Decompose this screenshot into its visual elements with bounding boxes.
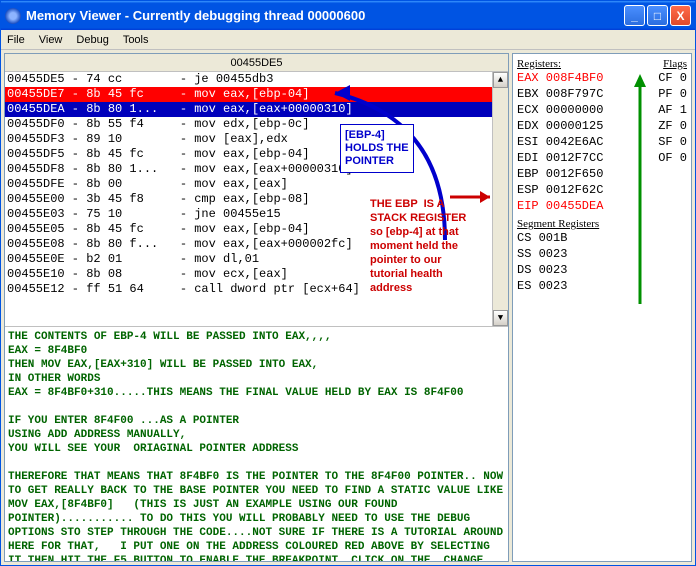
notes-pane[interactable]: THE CONTENTS OF EBP-4 WILL BE PASSED INT… bbox=[5, 327, 508, 561]
segment-registers-label: Segment Registers bbox=[517, 218, 687, 230]
registers-label: Registers: bbox=[517, 58, 561, 70]
window-title: Memory Viewer - Currently debugging thre… bbox=[26, 8, 624, 23]
left-pane: 00455DE5 00455DE5 - 74 cc - je 00455db30… bbox=[4, 53, 509, 562]
annotation-ebp4: [EBP-4] HOLDS THE POINTER bbox=[340, 124, 414, 173]
window-controls: _ □ X bbox=[624, 5, 691, 26]
disasm-line[interactable]: 00455DE5 - 74 cc - je 00455db3 bbox=[5, 72, 508, 87]
register-row: EDX 00000125 ZF 0 bbox=[517, 118, 687, 134]
segment-row: CS 001B bbox=[517, 230, 687, 246]
maximize-button[interactable]: □ bbox=[647, 5, 668, 26]
menu-view[interactable]: View bbox=[39, 34, 63, 46]
menu-tools[interactable]: Tools bbox=[123, 34, 149, 46]
segment-row: ES 0023 bbox=[517, 278, 687, 294]
menubar: File View Debug Tools bbox=[1, 30, 695, 50]
register-value: EAX 008F4BF0 bbox=[517, 70, 603, 86]
flags-label: Flags bbox=[663, 58, 687, 70]
flag-value: CF 0 bbox=[658, 70, 687, 86]
registers-header: Registers: Flags bbox=[517, 58, 687, 70]
register-row: ECX 00000000 AF 1 bbox=[517, 102, 687, 118]
minimize-button[interactable]: _ bbox=[624, 5, 645, 26]
register-row: EDI 0012F7CC OF 0 bbox=[517, 150, 687, 166]
register-value: ESP 0012F62C bbox=[517, 182, 603, 198]
flag-value: AF 1 bbox=[658, 102, 687, 118]
menu-debug[interactable]: Debug bbox=[76, 34, 108, 46]
scrollbar[interactable]: ▲ ▼ bbox=[492, 72, 508, 326]
flag-value: PF 0 bbox=[658, 86, 687, 102]
register-value: EBP 0012F650 bbox=[517, 166, 603, 182]
register-row: ESP 0012F62C bbox=[517, 182, 687, 198]
register-value: EIP 00455DEA bbox=[517, 198, 603, 214]
segment-row: DS 0023 bbox=[517, 262, 687, 278]
register-value: EBX 008F797C bbox=[517, 86, 603, 102]
flag-value: SF 0 bbox=[658, 134, 687, 150]
disassembly-view[interactable]: 00455DE5 - 74 cc - je 00455db300455DE7 -… bbox=[5, 72, 508, 327]
annotation-ebp-stack: THE EBP IS A STACK REGISTER so [ebp-4] a… bbox=[370, 197, 466, 295]
disasm-line[interactable]: 00455DF3 - 89 10 - mov [eax],edx bbox=[5, 132, 508, 147]
register-value: EDX 00000125 bbox=[517, 118, 603, 134]
register-row: EBP 0012F650 bbox=[517, 166, 687, 182]
flag-value: ZF 0 bbox=[658, 118, 687, 134]
titlebar[interactable]: Memory Viewer - Currently debugging thre… bbox=[1, 1, 695, 30]
flag-value: OF 0 bbox=[658, 150, 687, 166]
scroll-up-icon[interactable]: ▲ bbox=[493, 72, 508, 88]
register-row: ESI 0042E6AC SF 0 bbox=[517, 134, 687, 150]
disasm-line[interactable]: 00455DEA - 8b 80 1... - mov eax,[eax+000… bbox=[5, 102, 508, 117]
disasm-line[interactable]: 00455DFE - 8b 00 - mov eax,[eax] bbox=[5, 177, 508, 192]
register-row: EBX 008F797C PF 0 bbox=[517, 86, 687, 102]
app-icon bbox=[5, 8, 21, 24]
main-window: Memory Viewer - Currently debugging thre… bbox=[0, 0, 696, 566]
register-value: ESI 0042E6AC bbox=[517, 134, 603, 150]
address-header: 00455DE5 bbox=[5, 54, 508, 72]
scroll-down-icon[interactable]: ▼ bbox=[493, 310, 508, 326]
disasm-line[interactable]: 00455DF5 - 8b 45 fc - mov eax,[ebp-04] bbox=[5, 147, 508, 162]
menu-file[interactable]: File bbox=[7, 34, 25, 46]
registers-pane: Registers: Flags EAX 008F4BF0CF 0EBX 008… bbox=[512, 53, 692, 562]
disasm-line[interactable]: 00455DE7 - 8b 45 fc - mov eax,[ebp-04] bbox=[5, 87, 508, 102]
disasm-line[interactable]: 00455DF8 - 8b 80 1... - mov eax,[eax+000… bbox=[5, 162, 508, 177]
register-value: ECX 00000000 bbox=[517, 102, 603, 118]
register-value: EDI 0012F7CC bbox=[517, 150, 603, 166]
segment-row: SS 0023 bbox=[517, 246, 687, 262]
register-row: EAX 008F4BF0 CF 0 bbox=[517, 70, 687, 86]
close-button[interactable]: X bbox=[670, 5, 691, 26]
disasm-line[interactable]: 00455DF0 - 8b 55 f4 - mov edx,[ebp-0c] bbox=[5, 117, 508, 132]
content-area: 00455DE5 00455DE5 - 74 cc - je 00455db30… bbox=[1, 50, 695, 565]
register-row: EIP 00455DEA bbox=[517, 198, 687, 214]
